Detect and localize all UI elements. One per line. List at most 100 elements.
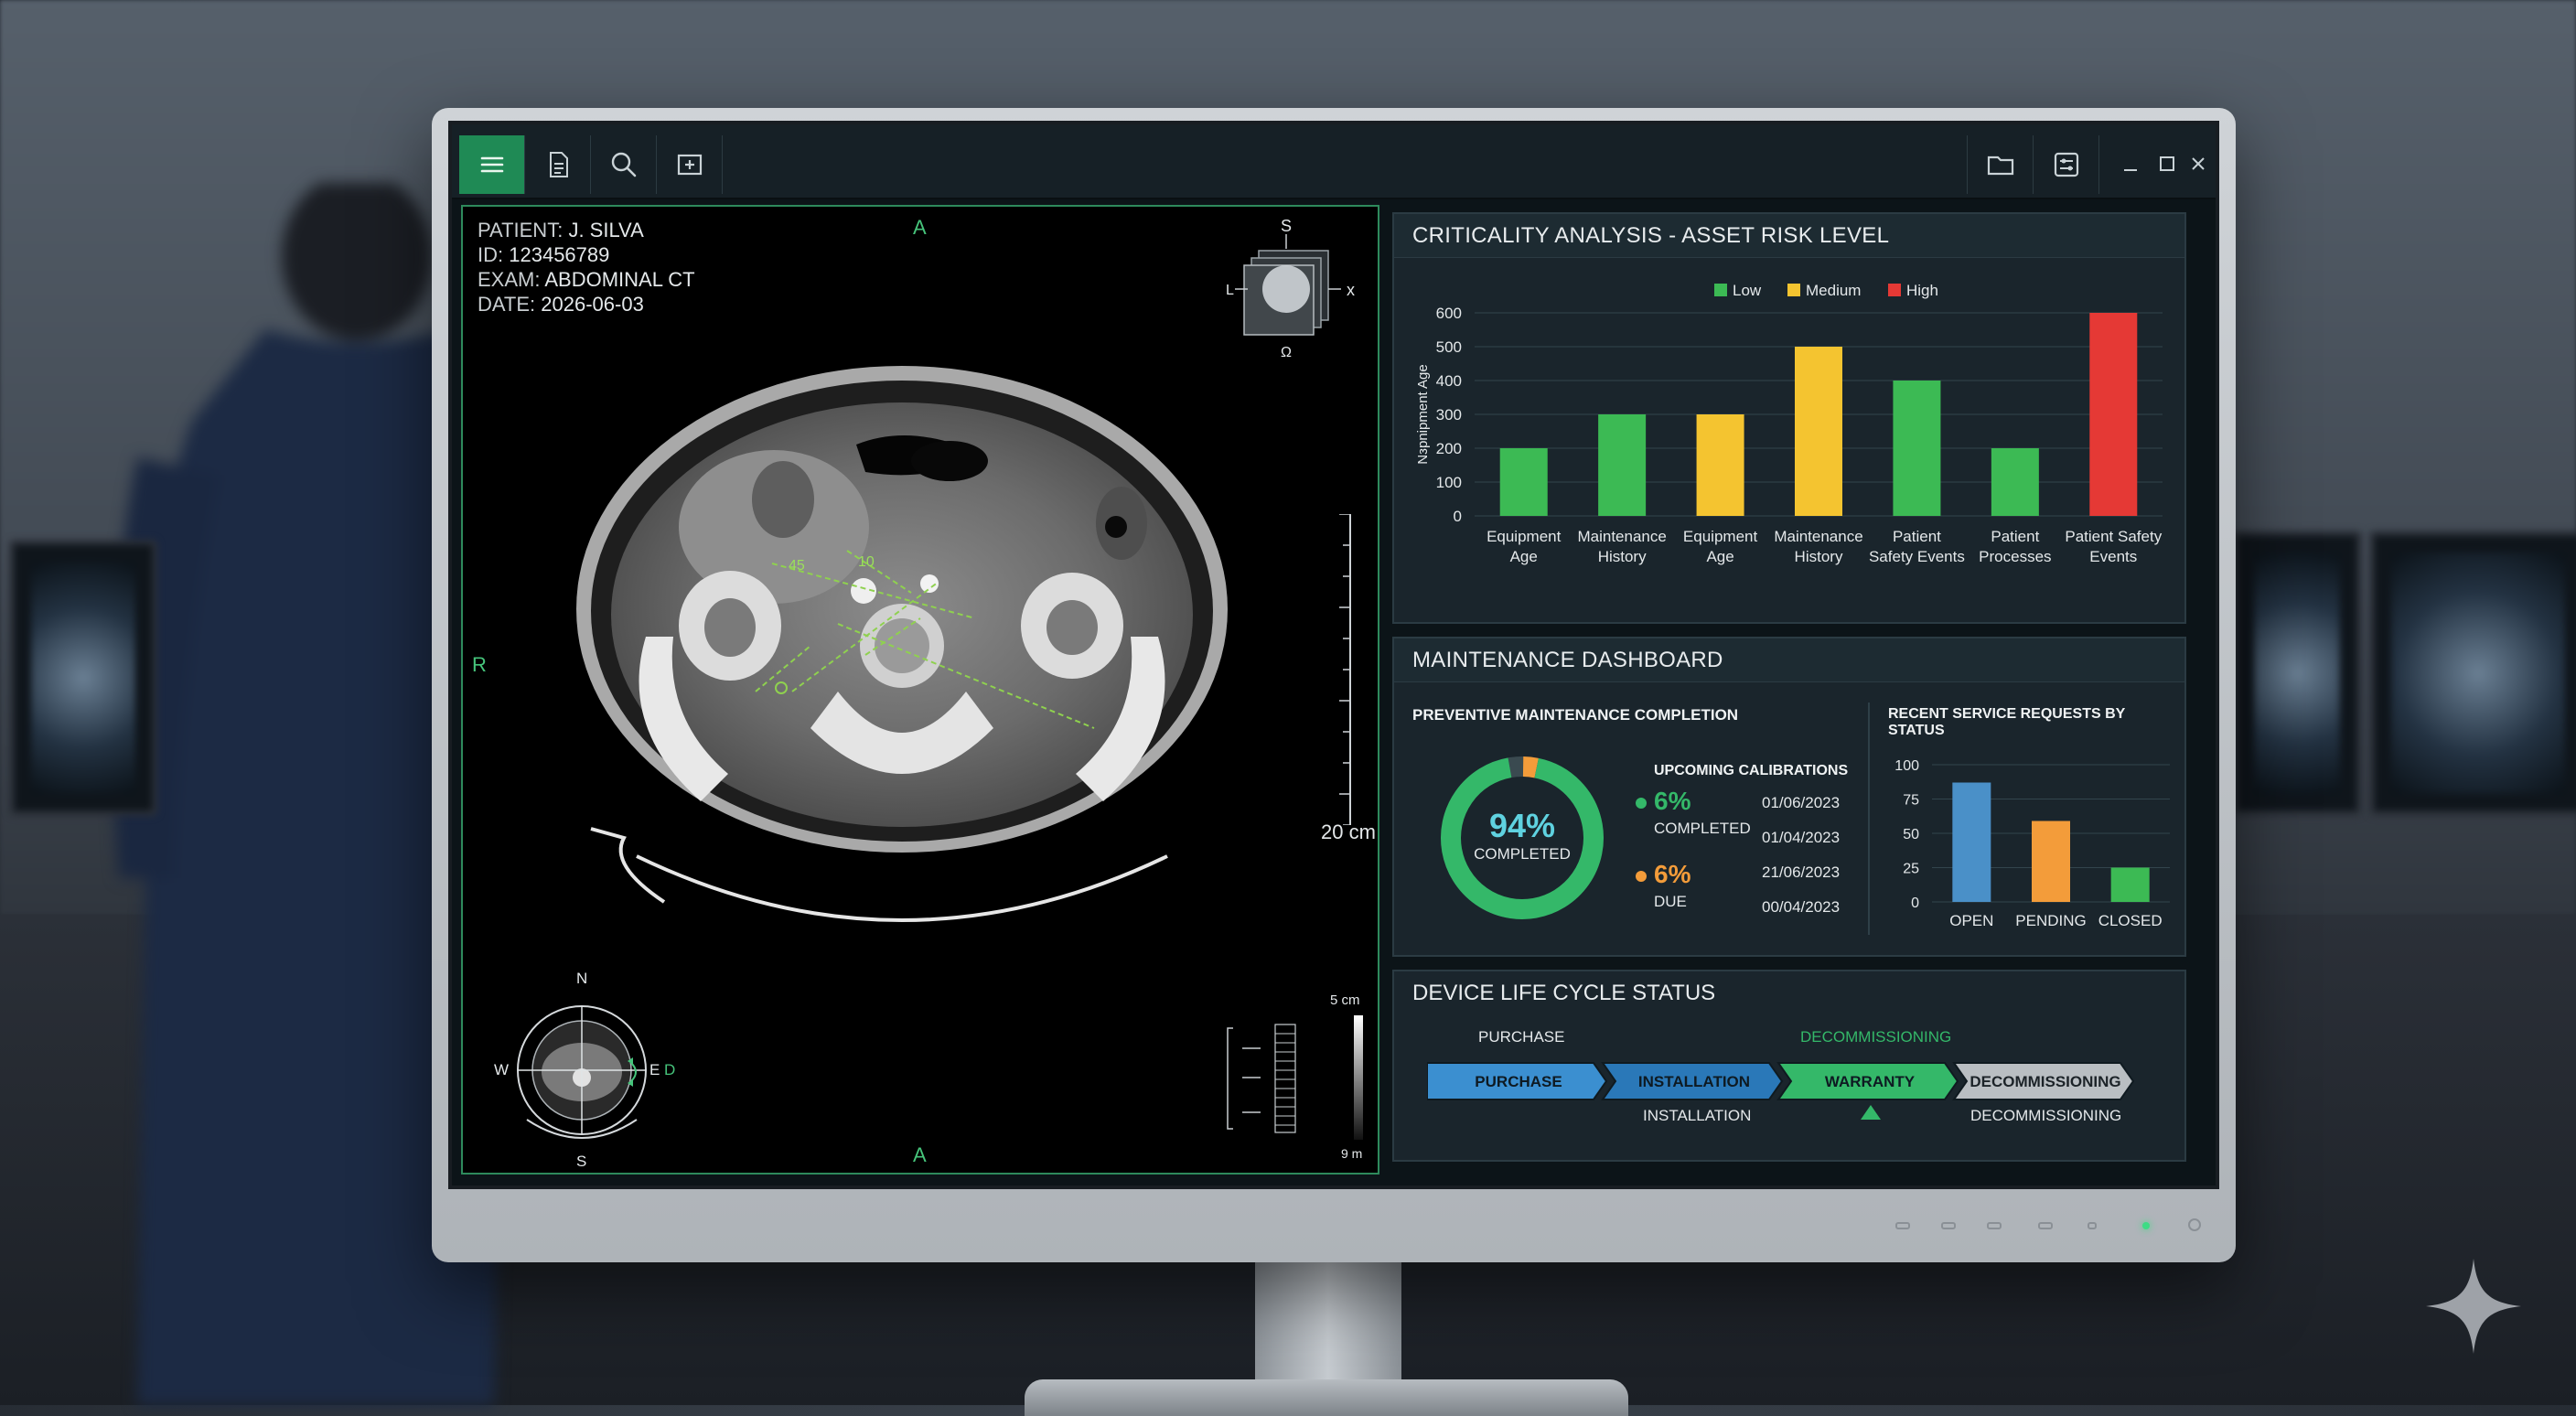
legend-label-medium: Medium bbox=[1806, 282, 1861, 299]
lifecycle-title: DEVICE LIFE CYCLE STATUS bbox=[1412, 981, 1716, 1005]
menu-icon bbox=[480, 156, 503, 173]
legend-label-low: Low bbox=[1733, 282, 1762, 299]
window-bottom-label: 9 m bbox=[1341, 1146, 1363, 1161]
minimize-button[interactable] bbox=[2115, 148, 2146, 179]
exam-type: ABDOMINAL CT bbox=[544, 268, 695, 291]
window-grayscale-bar bbox=[1354, 1015, 1363, 1140]
patient-info: PATIENT: J. SILVA ID: 123456789 EXAM: AB… bbox=[478, 218, 695, 316]
folder-button[interactable] bbox=[1967, 135, 2033, 194]
window-level-gauge[interactable] bbox=[1215, 1021, 1325, 1142]
document-button[interactable] bbox=[525, 135, 591, 194]
orientation-cube-icon bbox=[1235, 234, 1341, 336]
date-label: DATE: bbox=[478, 293, 536, 316]
compass-d: D bbox=[664, 1061, 676, 1078]
power-button[interactable] bbox=[2188, 1218, 2201, 1231]
menu-button[interactable] bbox=[459, 135, 525, 194]
background-monitor-left bbox=[9, 540, 157, 816]
bar-5 bbox=[1893, 381, 1941, 516]
due-label: DUE bbox=[1654, 893, 1687, 910]
close-button[interactable] bbox=[2183, 148, 2214, 179]
maximize-button[interactable] bbox=[2152, 148, 2183, 179]
legend-swatch-medium bbox=[1787, 284, 1800, 296]
monitor-button-1[interactable] bbox=[1895, 1222, 1910, 1229]
x-tick-label: History bbox=[1795, 548, 1843, 565]
maximize-icon bbox=[2160, 156, 2174, 171]
y-tick-label: 0 bbox=[1454, 508, 1462, 525]
y-tick-label: 500 bbox=[1436, 338, 1462, 356]
y-tick-label: 50 bbox=[1903, 827, 1919, 842]
compass-n: N bbox=[576, 970, 588, 987]
criticality-bar-chart[interactable]: Low Medium High 600 500 400 300 200 100 0 Nзpnipme… bbox=[1394, 258, 2184, 624]
x-tick-label: Maintenance bbox=[1774, 528, 1862, 545]
donut-label: COMPLETED bbox=[1474, 845, 1571, 863]
completed-percent: 6% bbox=[1654, 787, 1691, 815]
x-tick-label: Patient bbox=[1893, 528, 1941, 545]
x-tick-label: OPEN bbox=[1949, 912, 1993, 929]
bar-1 bbox=[1499, 448, 1548, 516]
toolbar bbox=[452, 124, 2216, 199]
x-tick-label: Equipment bbox=[1487, 528, 1562, 545]
compass-s: S bbox=[576, 1153, 587, 1170]
monitor-stand-base bbox=[1025, 1379, 1628, 1416]
monitor-button-5[interactable] bbox=[2088, 1222, 2097, 1229]
cube-label-x: x bbox=[1347, 281, 1355, 299]
lifecycle-top-purchase: PURCHASE bbox=[1478, 1028, 1565, 1046]
service-requests-chart[interactable]: 100 75 50 25 0 OPEN PENDING CLOSED bbox=[1877, 737, 2184, 953]
x-tick-label: Age bbox=[1706, 548, 1733, 565]
app-screen: PATIENT: J. SILVA ID: 123456789 EXAM: AB… bbox=[448, 121, 2219, 1189]
monitor-chin bbox=[432, 1198, 2236, 1262]
compass-w: W bbox=[494, 1061, 510, 1078]
orientation-top: A bbox=[913, 216, 927, 239]
x-tick-label: Age bbox=[1510, 548, 1538, 565]
settings-panel-button[interactable] bbox=[2033, 135, 2098, 194]
bar-3 bbox=[1696, 414, 1744, 516]
measurement-label-b: 10 bbox=[858, 554, 875, 570]
criticality-title: CRITICALITY ANALYSIS - ASSET RISK LEVEL bbox=[1394, 214, 2184, 258]
bar-7 bbox=[2089, 313, 2138, 516]
monitor-button-3[interactable] bbox=[1987, 1222, 2002, 1229]
bar-4 bbox=[1795, 347, 1842, 516]
scale-label: 20 cm bbox=[1321, 821, 1376, 843]
lifecycle-top-decommissioning: DECOMMISSIONING bbox=[1800, 1028, 1952, 1046]
legend-swatch-low bbox=[1714, 284, 1727, 296]
y-tick-label: 75 bbox=[1903, 793, 1919, 809]
due-dot bbox=[1636, 871, 1647, 882]
legend-swatch-high bbox=[1888, 284, 1901, 296]
patient-id: 123456789 bbox=[509, 243, 610, 266]
monitor-button-2[interactable] bbox=[1941, 1222, 1956, 1229]
bar-6 bbox=[1991, 448, 2039, 516]
stage-label-purchase: PURCHASE bbox=[1475, 1073, 1562, 1090]
search-button[interactable] bbox=[591, 135, 657, 194]
pm-completion-title: PREVENTIVE MAINTENANCE COMPLETION bbox=[1412, 706, 1739, 724]
close-icon bbox=[2192, 157, 2205, 170]
y-tick-label: 0 bbox=[1911, 896, 1919, 911]
monitor-button-4[interactable] bbox=[2038, 1222, 2053, 1229]
navigator-compass[interactable]: N S W E D bbox=[481, 970, 675, 1170]
calibration-date-2: 01/04/2023 bbox=[1762, 829, 1841, 846]
background-monitor-right-2 bbox=[2369, 531, 2576, 816]
service-requests-title: RECENT SERVICE REQUESTS BY STATUS bbox=[1888, 706, 2126, 738]
patient-label: PATIENT: bbox=[478, 219, 564, 241]
x-tick-label: PENDING bbox=[2015, 912, 2086, 929]
ct-scan-image[interactable]: 45 10 bbox=[536, 344, 1268, 929]
orientation-cube[interactable]: S L x Ω bbox=[1226, 217, 1363, 360]
upcoming-calibrations-title: UPCOMING CALIBRATIONS bbox=[1654, 763, 1849, 778]
calibration-date-3: 21/06/2023 bbox=[1762, 864, 1841, 881]
ct-viewer[interactable]: PATIENT: J. SILVA ID: 123456789 EXAM: AB… bbox=[461, 205, 1379, 1175]
compass-e: E bbox=[649, 1061, 660, 1078]
scale-ruler bbox=[1339, 514, 1351, 825]
cube-label-bottom: Ω bbox=[1281, 345, 1292, 360]
x-tick-label: Safety Events bbox=[1869, 548, 1965, 565]
y-tick-label: 400 bbox=[1436, 372, 1462, 390]
request-bar-open bbox=[1952, 782, 1991, 902]
request-bar-pending bbox=[2032, 821, 2070, 902]
request-bar-closed bbox=[2110, 867, 2150, 902]
toolbar-divider bbox=[2098, 135, 2117, 194]
legend-label-high: High bbox=[1906, 282, 1938, 299]
exam-label: EXAM: bbox=[478, 268, 541, 291]
add-panel-button[interactable] bbox=[657, 135, 723, 194]
folder-icon bbox=[1987, 156, 2013, 176]
x-tick-label: Patient bbox=[1991, 528, 2039, 545]
orientation-bottom: A bbox=[913, 1143, 927, 1166]
y-tick-label: 600 bbox=[1436, 305, 1462, 322]
